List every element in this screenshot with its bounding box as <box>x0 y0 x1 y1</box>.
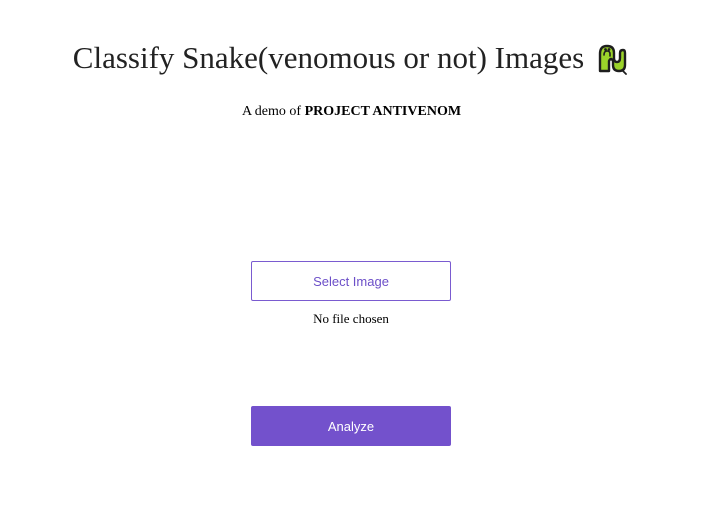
page-title: Classify Snake(venomous or not) Images <box>72 40 585 75</box>
snake-icon <box>594 41 628 75</box>
subtitle-prefix: A demo of <box>241 104 305 119</box>
project-name: PROJECT ANTIVENOM <box>304 104 462 119</box>
select-image-button[interactable]: Select Image <box>251 261 451 301</box>
subtitle: A demo of PROJECT ANTIVENOM <box>0 104 715 120</box>
analyze-label: Analyze <box>327 418 375 434</box>
analyze-button[interactable]: Analyze <box>251 406 451 446</box>
title-row: Classify Snake(venomous or not) Images <box>0 38 715 78</box>
file-status-text: No file chosen <box>313 311 389 326</box>
select-image-label: Select Image <box>313 273 389 289</box>
